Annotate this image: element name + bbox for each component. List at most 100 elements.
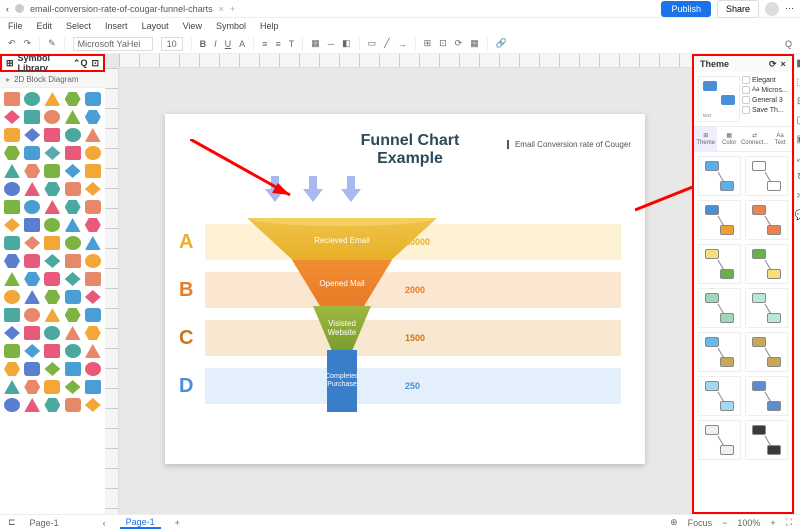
shadow-icon[interactable]: ◧ — [342, 38, 351, 49]
canvas[interactable]: Funnel Chart Example Email Conversion ra… — [105, 54, 692, 514]
image-icon[interactable]: ▣ — [796, 134, 800, 145]
page[interactable]: Funnel Chart Example Email Conversion ra… — [165, 114, 645, 464]
align-left-icon[interactable]: ≡ — [262, 39, 267, 49]
theme-card[interactable] — [698, 288, 741, 328]
shape-swatch[interactable] — [4, 200, 20, 214]
arrow-icon[interactable] — [265, 176, 285, 202]
theme-card[interactable] — [698, 376, 741, 416]
tab-text[interactable]: AaText — [768, 127, 791, 151]
category-2d-block[interactable]: 2D Block Diagram — [0, 72, 105, 88]
shape-swatch[interactable] — [85, 218, 101, 232]
theme-card[interactable] — [698, 420, 741, 460]
align-center-icon[interactable]: ≡ — [275, 39, 280, 49]
shape-swatch[interactable] — [44, 398, 60, 412]
shape-swatch[interactable] — [65, 218, 81, 232]
shape-swatch[interactable] — [44, 290, 60, 304]
shape-swatch[interactable] — [24, 236, 40, 250]
rotate-icon[interactable]: ⟳ — [455, 38, 463, 49]
theme-card[interactable] — [745, 332, 788, 372]
group-icon[interactable]: ⊡ — [439, 38, 447, 49]
shape-swatch[interactable] — [85, 254, 101, 268]
shape-swatch[interactable] — [24, 362, 40, 376]
underline-button[interactable]: U — [225, 39, 232, 49]
shape-swatch[interactable] — [44, 92, 60, 106]
font-color-button[interactable]: A — [239, 39, 245, 49]
tab-color[interactable]: ▦Color — [717, 127, 740, 151]
shape-swatch[interactable] — [24, 398, 40, 412]
menu-help[interactable]: Help — [260, 21, 279, 31]
shape-swatch[interactable] — [65, 254, 81, 268]
zoom-in-icon[interactable]: + — [770, 518, 775, 528]
shape-swatch[interactable] — [4, 344, 20, 358]
shape-swatch[interactable] — [44, 308, 60, 322]
shape-swatch[interactable] — [65, 182, 81, 196]
shape-swatch[interactable] — [24, 254, 40, 268]
theme-preview[interactable]: text — [698, 76, 740, 122]
shape-swatch[interactable] — [44, 182, 60, 196]
close-tab-icon[interactable]: × — [219, 4, 224, 14]
shape-line-icon[interactable]: ╱ — [384, 38, 389, 49]
shape-swatch[interactable] — [85, 290, 101, 304]
menu-file[interactable]: File — [8, 21, 23, 31]
shape-swatch[interactable] — [24, 164, 40, 178]
funnel-chart[interactable]: Recieved Email Opened Mail Visisted Webs… — [247, 208, 437, 418]
theme-card[interactable] — [698, 332, 741, 372]
theme-card[interactable] — [745, 420, 788, 460]
fill-icon[interactable]: ▦ — [311, 38, 320, 49]
comment-icon[interactable]: 💬 — [795, 210, 800, 221]
symbol-library-header[interactable]: ⊞ Symbol Library ⌃ Q ⊡ — [0, 54, 105, 72]
theme-opt-general[interactable]: General 3 — [742, 96, 788, 104]
theme-opt-save[interactable]: Save Th... — [742, 106, 788, 114]
shape-swatch[interactable] — [44, 146, 60, 160]
line-icon[interactable]: ─ — [328, 39, 334, 49]
shape-swatch[interactable] — [44, 344, 60, 358]
shape-swatch[interactable] — [85, 308, 101, 322]
shape-swatch[interactable] — [65, 326, 81, 340]
shape-swatch[interactable] — [44, 164, 60, 178]
brush-icon[interactable]: ✎ — [48, 38, 56, 49]
shape-swatch[interactable] — [24, 380, 40, 394]
shape-swatch[interactable] — [4, 308, 20, 322]
layers-icon[interactable]: ▢ — [796, 115, 800, 126]
theme-opt-elegant[interactable]: Elegant — [742, 76, 788, 84]
shape-swatch[interactable] — [44, 110, 60, 124]
font-size[interactable]: 10 — [161, 37, 183, 51]
shape-swatch[interactable] — [44, 362, 60, 376]
tab-theme[interactable]: ⊞Theme — [694, 127, 717, 151]
shape-swatch[interactable] — [85, 272, 101, 286]
shape-swatch[interactable] — [44, 272, 60, 286]
shape-swatch[interactable] — [4, 254, 20, 268]
funnel-seg-4[interactable]: Completed Purchase — [327, 350, 357, 412]
menu-insert[interactable]: Insert — [105, 21, 128, 31]
funnel-seg-3[interactable]: Visisted Website — [313, 306, 371, 350]
theme-card[interactable] — [745, 376, 788, 416]
page-tab[interactable]: Page-1 — [120, 517, 161, 529]
theme-card[interactable] — [745, 288, 788, 328]
theme-card[interactable] — [698, 156, 741, 196]
shape-swatch[interactable] — [24, 326, 40, 340]
document-title[interactable]: email-conversion-rate-of-cougar-funnel-c… — [30, 4, 213, 14]
shape-swatch[interactable] — [65, 146, 81, 160]
filter-icon[interactable]: ⊡ — [91, 58, 99, 69]
shape-swatch[interactable] — [4, 128, 20, 142]
collapse-icon[interactable]: ⊏ — [8, 517, 16, 528]
menu-view[interactable]: View — [183, 21, 202, 31]
shape-swatch[interactable] — [44, 200, 60, 214]
undo-icon[interactable]: ↶ — [8, 38, 16, 49]
target-icon[interactable]: ⊕ — [670, 517, 678, 528]
shape-rect-icon[interactable]: ▭ — [368, 38, 377, 49]
arrow-icon[interactable]: → — [398, 39, 407, 49]
shape-swatch[interactable] — [4, 326, 20, 340]
shape-swatch[interactable] — [4, 164, 20, 178]
redo-icon[interactable]: ↷ — [24, 38, 32, 49]
shape-swatch[interactable] — [4, 236, 20, 250]
shape-swatch[interactable] — [85, 362, 101, 376]
shape-swatch[interactable] — [24, 146, 40, 160]
funnel-seg-2[interactable]: Opened Mail — [292, 260, 392, 306]
theme-card[interactable] — [745, 244, 788, 284]
menu-edit[interactable]: Edit — [37, 21, 53, 31]
shape-swatch[interactable] — [85, 128, 101, 142]
shape-swatch[interactable] — [44, 254, 60, 268]
search-icon[interactable]: Q — [785, 39, 792, 49]
shape-swatch[interactable] — [4, 398, 20, 412]
